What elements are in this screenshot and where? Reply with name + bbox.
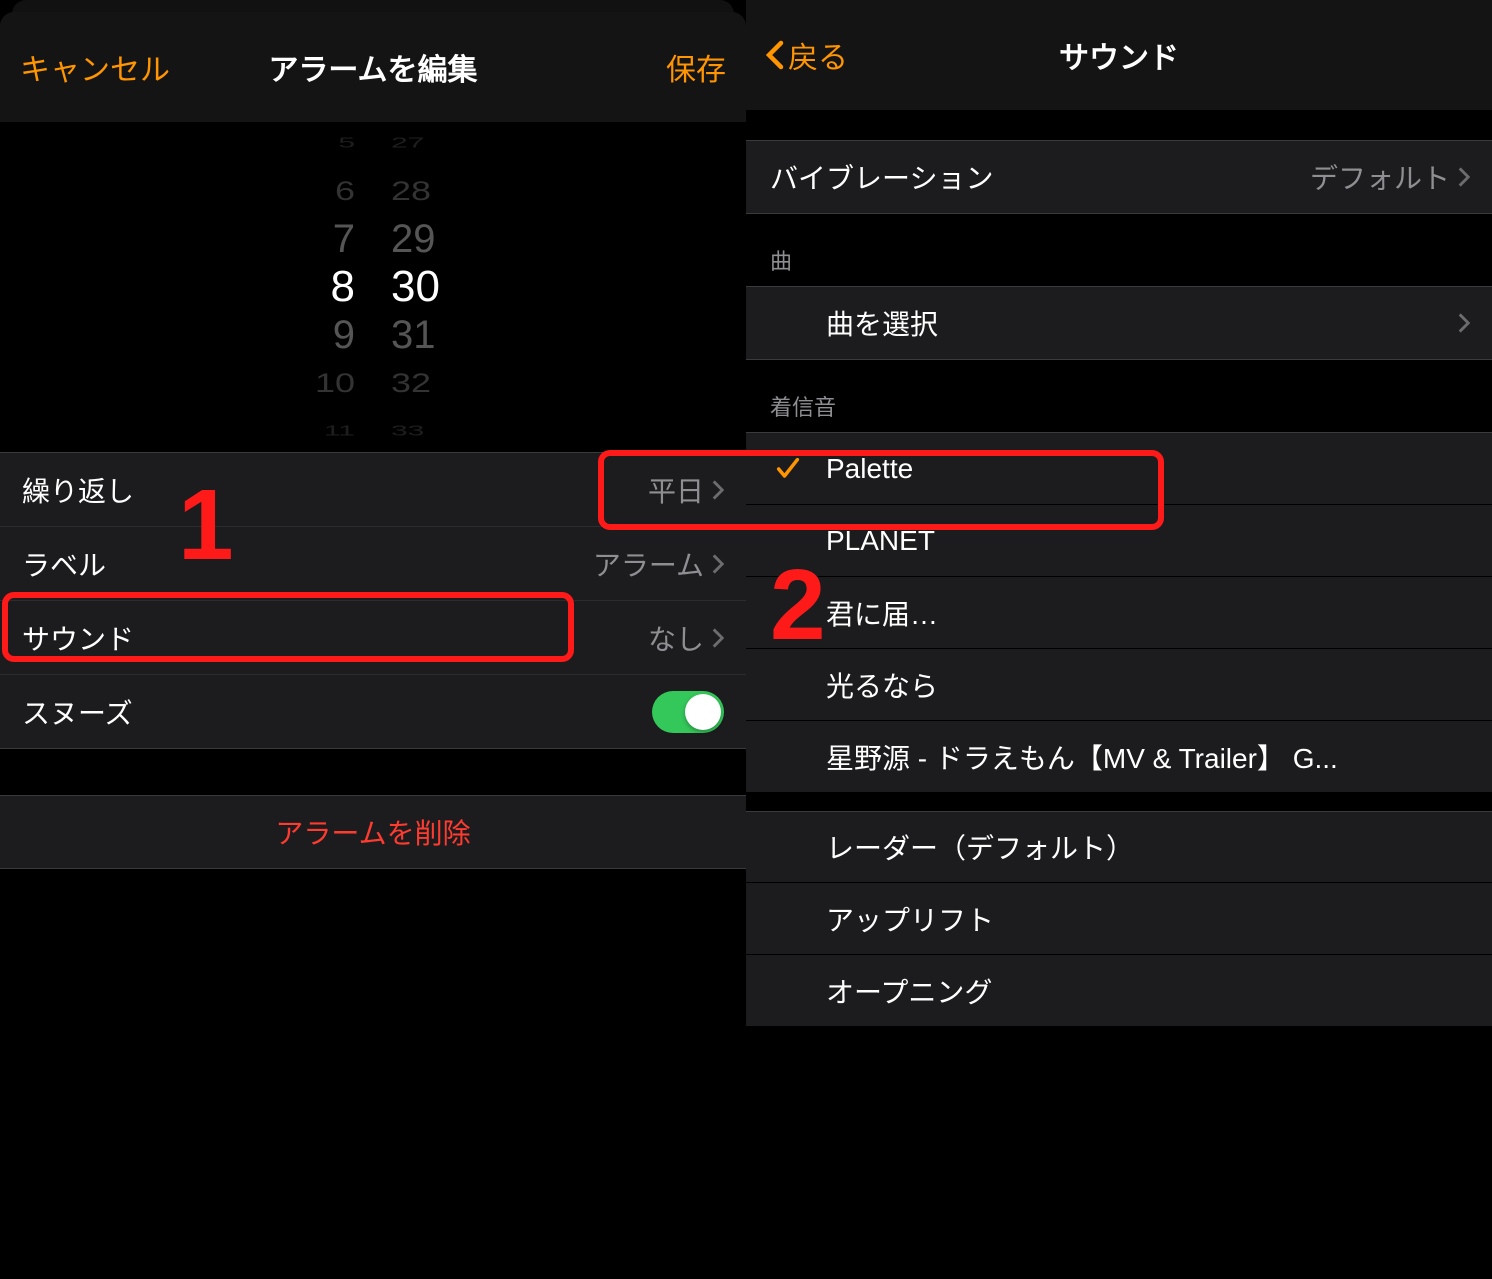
sound-screen: 戻る サウンド バイブレーション デフォルト 曲 曲を選択 着信音: [746, 0, 1492, 1279]
snooze-switch[interactable]: [652, 691, 724, 733]
ringtone-item[interactable]: 君に届…: [746, 577, 1492, 649]
chevron-right-icon: [1458, 313, 1470, 333]
picker-item: 29: [391, 215, 436, 263]
nav-bar: キャンセル アラームを編集 保存: [0, 12, 746, 122]
row-value: デフォルト: [1310, 157, 1470, 197]
ringtone-item[interactable]: アップリフト: [746, 883, 1492, 955]
vibration-row[interactable]: バイブレーション デフォルト: [746, 140, 1492, 214]
label-row[interactable]: ラベル アラーム: [0, 526, 746, 600]
ringtone-item[interactable]: PLANET: [746, 505, 1492, 577]
delete-alarm-button[interactable]: アラームを削除: [0, 795, 746, 869]
chevron-right-icon: [712, 480, 724, 500]
choose-song-row[interactable]: 曲を選択: [746, 286, 1492, 360]
chevron-right-icon: [712, 628, 724, 648]
ringtone-item[interactable]: Palette: [746, 433, 1492, 505]
chevron-right-icon: [1458, 167, 1470, 187]
picker-item: 28: [391, 173, 431, 209]
picker-item-selected: 30: [391, 263, 440, 311]
check-icon: [774, 455, 802, 483]
back-button[interactable]: 戻る: [766, 33, 916, 77]
row-value: [1458, 313, 1470, 333]
row-value: なし: [648, 618, 724, 658]
picker-item: 32: [391, 365, 431, 401]
ringtone-item[interactable]: 星野源 - ドラえもん【MV & Trailer】 G...: [746, 721, 1492, 793]
chevron-left-icon: [766, 40, 784, 70]
picker-item: 31: [391, 311, 436, 359]
row-label: スヌーズ: [22, 692, 133, 732]
repeat-row[interactable]: 繰り返し 平日: [0, 452, 746, 526]
ringtone-item[interactable]: レーダー（デフォルト）: [746, 811, 1492, 883]
ringtone-item[interactable]: 光るなら: [746, 649, 1492, 721]
sound-row[interactable]: サウンド なし: [0, 600, 746, 674]
row-value: 平日: [648, 470, 724, 510]
hour-column[interactable]: 5 6 7 8 9 10 11: [263, 122, 373, 452]
edit-alarm-screen: キャンセル アラームを編集 保存 5 6 7 8 9 10 11 27 28 2…: [0, 0, 746, 1279]
picker-item: 7: [333, 215, 355, 263]
row-label: 繰り返し: [22, 470, 134, 510]
picker-item: 27: [391, 131, 424, 155]
row-value: アラーム: [593, 544, 724, 584]
time-picker[interactable]: 5 6 7 8 9 10 11 27 28 29 30 31 32 33: [0, 122, 746, 452]
picker-item: 11: [324, 419, 355, 443]
picker-item: 9: [333, 311, 355, 359]
save-button[interactable]: 保存: [576, 45, 726, 89]
picker-item-selected: 8: [331, 263, 355, 311]
nav-title: サウンド: [916, 33, 1322, 77]
picker-item: 10: [315, 365, 355, 401]
minute-column[interactable]: 27 28 29 30 31 32 33: [373, 122, 483, 452]
nav-bar: 戻る サウンド: [746, 0, 1492, 110]
cancel-button[interactable]: キャンセル: [20, 45, 170, 89]
row-label: ラベル: [22, 544, 106, 584]
picker-item: 33: [391, 419, 424, 443]
chevron-right-icon: [712, 554, 724, 574]
row-label: バイブレーション: [770, 157, 993, 197]
ringtone-list: Palette PLANET 君に届… 光るなら 星野源 - ドラえもん【MV …: [746, 432, 1492, 1027]
section-header-ringtone: 着信音: [746, 360, 1492, 432]
snooze-row: スヌーズ: [0, 674, 746, 748]
row-label: 曲を選択: [826, 303, 938, 343]
row-label: サウンド: [22, 618, 134, 658]
picker-item: 5: [338, 131, 355, 155]
picker-item: 6: [335, 173, 355, 209]
section-header-song: 曲: [746, 214, 1492, 286]
ringtone-item[interactable]: オープニング: [746, 955, 1492, 1027]
nav-title: アラームを編集: [170, 45, 576, 89]
